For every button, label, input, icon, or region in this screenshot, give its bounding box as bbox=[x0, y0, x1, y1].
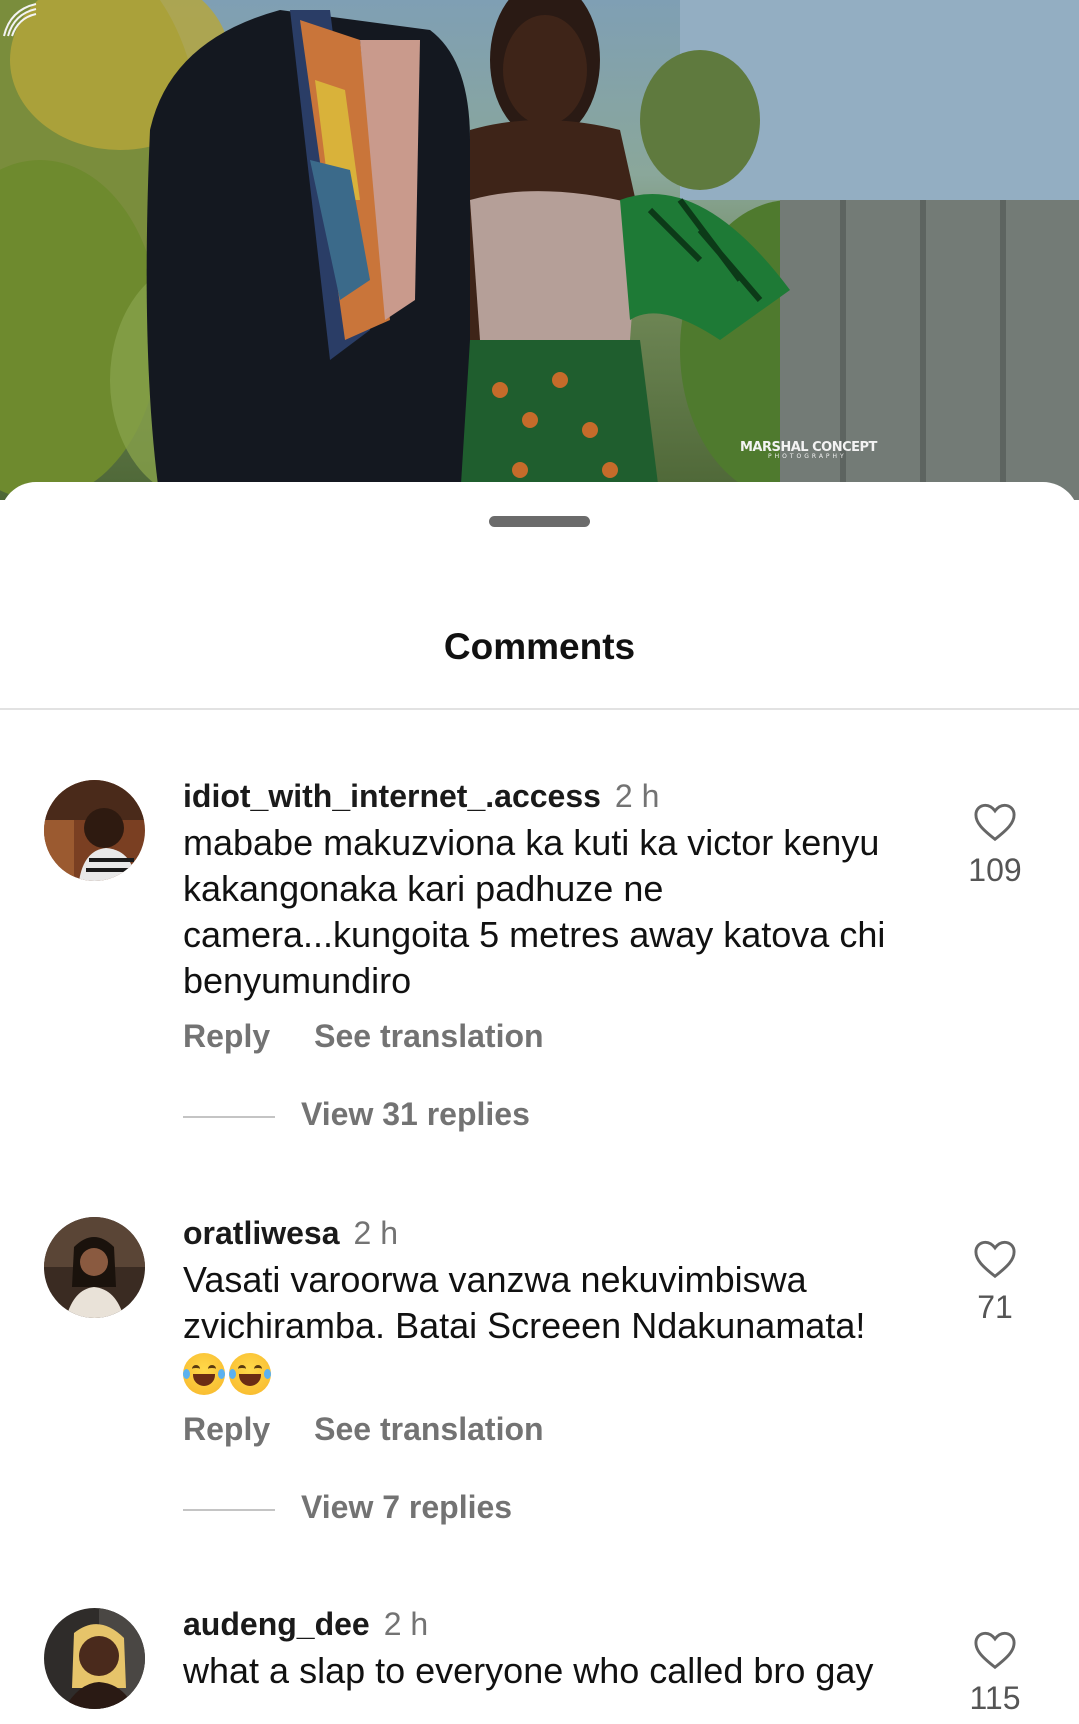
heart-outline-icon bbox=[974, 1240, 1016, 1279]
see-translation-button[interactable]: See translation bbox=[314, 1018, 543, 1054]
sheet-title: Comments bbox=[443, 626, 636, 667]
laughing-emoji-icon bbox=[229, 1353, 271, 1396]
comment-text: mababe makuzviona ka kuti ka victor keny… bbox=[183, 822, 886, 1001]
like-button[interactable]: 109 bbox=[960, 802, 1030, 886]
comment-text: Vasati varoorwa vanzwa nekuvimbiswa zvic… bbox=[183, 1257, 903, 1396]
replies-line bbox=[183, 1508, 275, 1511]
heart-outline-icon bbox=[974, 1631, 1016, 1670]
comment-text: what a slap to everyone who called bro g… bbox=[183, 1650, 874, 1691]
laughing-emoji-icon bbox=[183, 1353, 225, 1396]
photo-watermark: MARSHAL CONCEPT PHOTOGRAPHY bbox=[740, 440, 877, 460]
replies-line bbox=[183, 1115, 275, 1118]
drag-handle[interactable] bbox=[489, 516, 590, 527]
comment-username[interactable]: oratliwesa bbox=[183, 1215, 340, 1251]
see-translation-button[interactable]: See translation bbox=[314, 1411, 543, 1447]
comment-actions: Reply See translation bbox=[183, 1020, 588, 1052]
like-count: 71 bbox=[977, 1289, 1013, 1325]
photo-illustration bbox=[0, 0, 1079, 500]
like-button[interactable]: 115 bbox=[960, 1630, 1030, 1714]
comment-username[interactable]: audeng_dee bbox=[183, 1606, 370, 1642]
header-divider bbox=[0, 708, 1079, 710]
comment-username[interactable]: idiot_with_internet_.access bbox=[183, 778, 601, 814]
comment-time: 2 h bbox=[353, 1215, 398, 1251]
comment-time: 2 h bbox=[383, 1606, 429, 1642]
heart-outline-icon bbox=[974, 803, 1016, 842]
comments-sheet: Comments idiot_with_internet_.access 2 h … bbox=[0, 482, 1079, 1724]
post-photo: MARSHAL CONCEPT PHOTOGRAPHY bbox=[0, 0, 1079, 500]
reply-button[interactable]: Reply bbox=[183, 1018, 270, 1054]
like-button[interactable]: 71 bbox=[960, 1239, 1030, 1323]
avatar[interactable] bbox=[44, 780, 145, 881]
view-replies-label: View 7 replies bbox=[301, 1489, 513, 1525]
view-replies-button[interactable]: View 31 replies bbox=[183, 1098, 530, 1130]
avatar[interactable] bbox=[44, 1608, 145, 1709]
reply-button[interactable]: Reply bbox=[183, 1411, 270, 1447]
comment-header: idiot_with_internet_.access 2 h bbox=[183, 780, 659, 812]
comment-header: oratliwesa 2 h bbox=[183, 1217, 398, 1249]
comment-header: audeng_dee 2 h bbox=[183, 1608, 428, 1640]
comment-actions: Reply See translation bbox=[183, 1413, 588, 1445]
view-replies-button[interactable]: View 7 replies bbox=[183, 1491, 512, 1523]
comment-time: 2 h bbox=[614, 778, 660, 814]
watermark-logo-icon bbox=[3, 3, 37, 37]
view-replies-label: View 31 replies bbox=[301, 1096, 530, 1132]
like-count: 109 bbox=[968, 852, 1022, 888]
like-count: 115 bbox=[969, 1680, 1021, 1716]
comment-text-body: Vasati varoorwa vanzwa nekuvimbiswa zvic… bbox=[183, 1259, 866, 1346]
avatar[interactable] bbox=[44, 1217, 145, 1318]
